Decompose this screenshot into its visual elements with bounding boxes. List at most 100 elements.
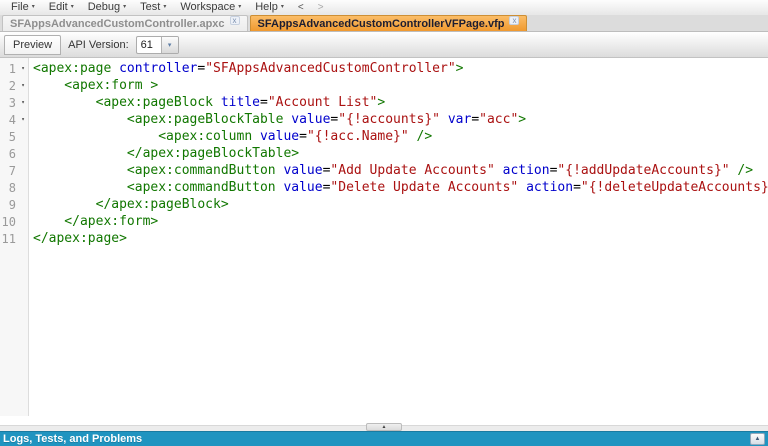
chevron-down-icon: ▾ <box>31 4 35 10</box>
chevron-down-icon: ▾ <box>238 4 242 10</box>
code-line: <apex:commandButton value = "Delete Update… <box>33 179 768 196</box>
line-number: 7 <box>8 163 16 178</box>
logs-panel-header[interactable]: Logs, Tests, and Problems ▲ <box>0 431 768 446</box>
line-number: 4 <box>8 112 16 127</box>
gutter-row: 5 <box>0 128 28 145</box>
splitter-handle[interactable]: ▲ <box>366 423 402 431</box>
line-number: 1 <box>8 61 16 76</box>
api-version-select[interactable]: 61 ▾ <box>135 35 179 54</box>
menu-label: Test <box>140 1 161 13</box>
chevron-up-icon: ▲ <box>381 423 387 430</box>
chevron-down-icon: ▾ <box>280 4 284 10</box>
code-line: <apex:page controller="SFAppsAdvancedCus… <box>33 60 768 77</box>
line-number: 3 <box>8 95 16 110</box>
code-area[interactable]: <apex:page controller = "SFAppsAdvancedCus… <box>29 58 768 425</box>
close-icon[interactable]: x <box>509 16 520 25</box>
code-line: <apex:commandButton value="Add Update Ac… <box>33 162 768 179</box>
fold-arrow-icon[interactable]: ▾ <box>18 116 28 123</box>
expand-panel-button[interactable]: ▲ <box>750 433 765 445</box>
code-token: "SFAppsAdvancedCustomController" <box>205 61 456 76</box>
close-icon[interactable]: x <box>229 16 240 25</box>
code-editor: 1 ▾ 2 ▾ 3 ▾ 4 ▾ 5 6 7 8 9 10 11 <apex:page controller=… <box>0 58 768 425</box>
menu-debug[interactable]: Debug ▾ <box>81 0 133 15</box>
fold-arrow-icon[interactable]: ▾ <box>18 82 28 89</box>
menu-label: Help <box>255 1 278 13</box>
chevron-down-icon: ▾ <box>163 4 167 10</box>
code-token: </apex:form> <box>33 214 159 229</box>
editor-tab-1[interactable]: SFAppsAdvancedCustomControllerVFPage.vfp… <box>249 15 528 31</box>
line-number: 6 <box>8 146 16 161</box>
code-line: <apex:pageBlockTable value = "{!accounts}"… <box>33 111 768 128</box>
menu-label: Edit <box>48 1 68 13</box>
logs-panel-title: Logs, Tests, and Problems <box>3 433 143 445</box>
code-line: </apex:form> <box>33 213 768 230</box>
gutter-row: 3 ▾ <box>0 94 28 111</box>
code-token: "Account List" <box>267 95 378 110</box>
code-token: action <box>502 163 550 178</box>
api-version-label: API Version: <box>68 38 129 51</box>
menu-label: File <box>11 1 29 13</box>
tab-label: SFAppsAdvancedCustomController.apxc <box>10 17 225 30</box>
gutter-row: 9 <box>0 196 28 213</box>
fold-arrow-icon[interactable]: ▾ <box>18 65 28 72</box>
gutter-row: 6 <box>0 145 28 162</box>
menu-edit[interactable]: Edit ▾ <box>42 0 81 15</box>
code-token: value <box>291 112 331 127</box>
gutter-row: 10 <box>0 213 28 230</box>
preview-button[interactable]: Preview <box>4 34 62 55</box>
menu-file[interactable]: File ▾ <box>4 0 42 15</box>
gutter-row: 11 <box>0 230 28 247</box>
code-line: <apex:column value="{!acc.Name}" /> <box>33 128 768 145</box>
tab-label: SFAppsAdvancedCustomControllerVFPage.vfp <box>257 17 505 30</box>
line-number: 8 <box>8 180 16 195</box>
code-token: "Delete Update Accounts" <box>330 180 519 195</box>
code-token: = <box>573 180 581 195</box>
panel-splitter[interactable]: ▲ <box>0 423 768 431</box>
code-token: "{!addUpdateAccounts}" <box>557 163 730 178</box>
line-number: 9 <box>8 197 16 212</box>
code-token: <apex:column <box>33 129 260 144</box>
code-token: <apex:pageBlockTable <box>33 112 292 127</box>
developer-console-window: File ▾ Edit ▾ Debug ▾ Test ▾ Workspace ▾ Help ▾ < >… <box>0 0 768 446</box>
code-token: > <box>518 112 527 127</box>
code-token: = <box>259 95 268 110</box>
combo-dropdown-button[interactable]: ▾ <box>160 36 178 53</box>
code-token: "{!deleteUpdateAccounts}" <box>580 180 768 195</box>
code-token: <apex:pageBlock <box>33 95 221 110</box>
menu-help[interactable]: Help ▾ <box>248 0 291 15</box>
code-line: </apex:page> <box>33 230 768 247</box>
code-line: <apex:pageBlock title="Account List"> <box>33 94 768 111</box>
code-token: > <box>377 95 386 110</box>
code-token: "Add Update Accounts" <box>330 163 495 178</box>
code-token: > <box>455 61 464 76</box>
toolbar: Preview API Version: 61 ▾ <box>0 32 768 58</box>
code-token: </apex:page> <box>33 231 127 246</box>
gutter-row: 7 <box>0 162 28 179</box>
code-line: </apex:pageBlockTable> <box>33 145 768 162</box>
code-token: <apex:form > <box>33 78 159 93</box>
menu-label: Debug <box>87 1 121 13</box>
tab-strip: SFAppsAdvancedCustomController.apxc x SFAp… <box>0 15 768 32</box>
nav-forward-arrow[interactable]: > <box>311 0 331 15</box>
code-token: "{!acc.Name}" <box>306 129 409 144</box>
editor-tab-0[interactable]: SFAppsAdvancedCustomController.apxc x <box>2 15 248 31</box>
menu-label: Workspace <box>180 1 236 13</box>
code-token: action <box>526 180 574 195</box>
code-token: = <box>471 112 480 127</box>
menu-bar: File ▾ Edit ▾ Debug ▾ Test ▾ Workspace ▾ Help ▾ < > <box>0 0 768 15</box>
gutter-row: 1 ▾ <box>0 60 28 77</box>
fold-arrow-icon[interactable]: ▾ <box>18 99 28 106</box>
code-token: /> <box>408 129 433 144</box>
chevron-down-icon: ▾ <box>70 4 74 10</box>
menu-workspace[interactable]: Workspace ▾ <box>173 0 248 15</box>
line-number: 5 <box>8 129 16 144</box>
nav-back-arrow[interactable]: < <box>291 0 311 15</box>
line-number: 10 <box>1 214 16 229</box>
menu-test[interactable]: Test ▾ <box>133 0 173 15</box>
code-line: <apex:form > <box>33 77 768 94</box>
code-token: <apex:commandButton <box>33 163 284 178</box>
code-token: </apex:pageBlockTable> <box>33 146 300 161</box>
